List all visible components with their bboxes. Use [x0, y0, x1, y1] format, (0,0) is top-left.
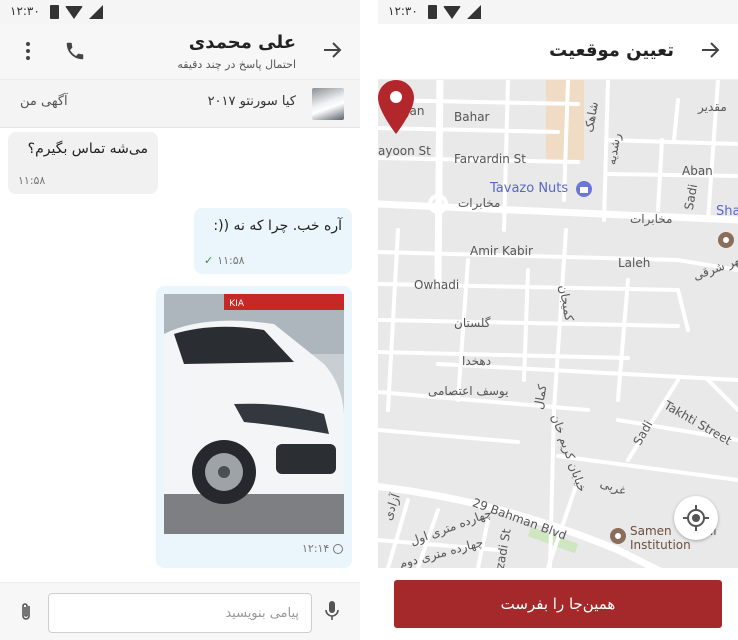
message-photo[interactable]: KIA ۱۲:۱۴ [156, 286, 352, 568]
message-incoming: می‌شه تماس بگیرم؟ ۱۱:۵۸ [8, 132, 158, 194]
ad-thumbnail [312, 88, 344, 120]
clock-icon [333, 543, 344, 554]
map-roads [378, 80, 738, 568]
contact-name: علی محمدی [188, 32, 296, 53]
poi-label: Institution [630, 538, 691, 552]
message-time: ۱۱:۵۸ [18, 174, 46, 187]
status-bar: ۱۲:۳۰ [378, 0, 738, 24]
tavazo-nuts-label: Tavazo Nuts [490, 181, 569, 196]
road-label: یوسف اعتصامی [428, 384, 509, 398]
car-photo-image: KIA [164, 294, 344, 534]
message-list: می‌شه تماس بگیرم؟ ۱۱:۵۸ آره خب. چرا که ن… [0, 128, 360, 582]
kia-sign: KIA [229, 299, 245, 309]
poi-label: Samen [630, 524, 672, 538]
contact-status: احتمال پاسخ در چند دقیقه [177, 58, 296, 71]
back-arrow-icon[interactable] [698, 38, 722, 62]
road-label: دهخدا [462, 354, 492, 368]
mic-icon[interactable] [322, 599, 342, 623]
road-label: مخابرات [458, 196, 501, 210]
message-meta: ۱۲:۱۴ [302, 542, 344, 555]
footer: همین‌جا را بفرست [378, 568, 738, 640]
signal-icon [467, 5, 481, 19]
attach-icon[interactable] [18, 601, 34, 623]
battery-icon [50, 5, 59, 19]
message-time: ۱۲:۱۴ [302, 542, 330, 555]
status-bar: ۱۲:۳۰ [0, 0, 360, 24]
compose-bar [0, 582, 360, 640]
status-time: ۱۲:۳۰ [10, 4, 40, 18]
back-arrow-icon[interactable] [320, 38, 344, 62]
road-label: Aban [682, 164, 713, 178]
map-view[interactable]: Jan Bahar ayoon St Farvardin St Aban Sad… [378, 80, 738, 568]
send-location-button[interactable]: همین‌جا را بفرست [394, 580, 722, 628]
status-time: ۱۲:۳۰ [388, 4, 418, 18]
my-ad-label[interactable]: آگهی من [20, 94, 68, 109]
road-label: مقدیر [698, 100, 727, 114]
chat-screen: ۱۲:۳۰ علی محمدی احتمال پاسخ در چند دقیقه… [0, 0, 360, 640]
road-label: گلستان [454, 316, 491, 330]
my-location-button[interactable] [674, 496, 718, 540]
road-label: مخابرات [630, 212, 673, 226]
message-input[interactable] [48, 593, 312, 633]
status-icons [50, 5, 103, 19]
poi-label: Sha [716, 204, 738, 219]
more-vert-icon[interactable] [20, 40, 36, 62]
car-photo[interactable]: KIA [164, 294, 344, 534]
road-label: Laleh [618, 256, 651, 270]
message-text: آره خب. چرا که نه ((: [213, 218, 342, 234]
page-title: تعیین موقعیت [549, 40, 674, 61]
road-label: ayoon St [378, 144, 431, 158]
road-label: Amir Kabir [470, 244, 533, 258]
ad-bar[interactable]: کیا سورنتو ۲۰۱۷ آگهی من [0, 80, 360, 128]
signal-icon [89, 5, 103, 19]
message-meta: ۱۱:۵۸ ✓ [204, 254, 245, 267]
location-pin-icon[interactable] [378, 80, 414, 134]
location-header: تعیین موقعیت [378, 24, 738, 80]
status-icons [428, 5, 481, 19]
chat-header: علی محمدی احتمال پاسخ در چند دقیقه [0, 24, 360, 80]
check-icon: ✓ [204, 254, 214, 267]
message-time: ۱۱:۵۸ [217, 254, 245, 267]
wifi-icon [65, 5, 83, 19]
message-text: می‌شه تماس بگیرم؟ [27, 141, 148, 157]
message-outgoing: آره خب. چرا که نه ((: ۱۱:۵۸ ✓ [194, 208, 352, 274]
wifi-icon [443, 5, 461, 19]
ad-title: کیا سورنتو ۲۰۱۷ [207, 94, 296, 109]
phone-icon[interactable] [64, 40, 86, 62]
road-label: Farvardin St [454, 152, 526, 166]
battery-icon [428, 5, 437, 19]
road-label: Owhadi [414, 278, 460, 292]
my-location-icon [683, 505, 709, 531]
road-label: Bahar [454, 110, 490, 124]
location-screen: ۱۲:۳۰ تعیین موقعیت Jan Bahar ayoon St Fa… [378, 0, 738, 640]
